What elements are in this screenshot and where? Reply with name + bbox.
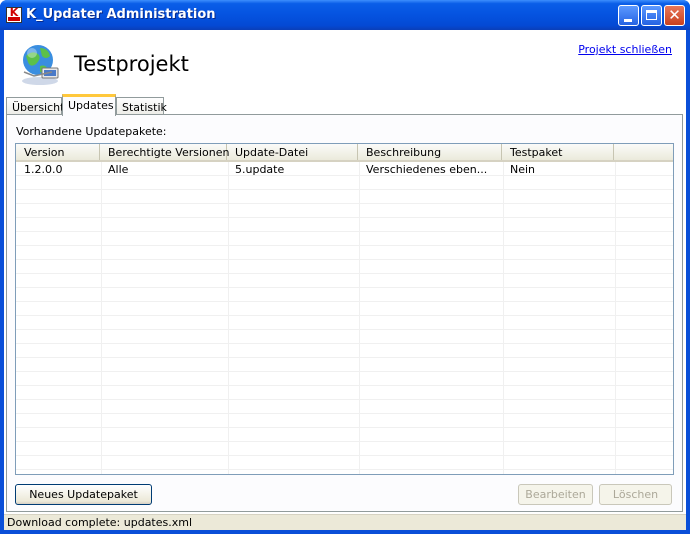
minimize-icon (624, 19, 632, 22)
packages-label: Vorhandene Updatepakete: (16, 125, 167, 138)
empty-row (16, 330, 673, 344)
list-header: Version Berechtigte Versionen Update-Dat… (16, 144, 673, 162)
table-row[interactable]: 1.2.0.0 Alle 5.update Verschiedenes eben… (16, 162, 673, 176)
empty-row (16, 456, 673, 470)
app-logo-bar (8, 17, 20, 21)
empty-row (16, 372, 673, 386)
column-header-version[interactable]: Version (16, 144, 100, 160)
maximize-icon (646, 10, 657, 20)
empty-row (16, 176, 673, 190)
cell-update-file: 5.update (235, 163, 285, 176)
app-logo-icon: K (6, 7, 22, 23)
packages-list[interactable]: Version Berechtigte Versionen Update-Dat… (15, 143, 674, 475)
empty-row (16, 428, 673, 442)
empty-row (16, 190, 673, 204)
globe-network-icon (22, 45, 59, 85)
window-title: K_Updater Administration (26, 7, 216, 22)
empty-row (16, 260, 673, 274)
maximize-button[interactable] (641, 5, 662, 26)
status-bar: Download complete: updates.xml (4, 514, 686, 530)
title-bar[interactable]: K K_Updater Administration ✕ (0, 0, 690, 30)
empty-row (16, 386, 673, 400)
new-package-button[interactable]: Neues Updatepaket (15, 484, 152, 505)
empty-row (16, 470, 673, 474)
updates-panel: Vorhandene Updatepakete: Version Berecht… (6, 114, 683, 512)
delete-button[interactable]: Löschen (599, 484, 672, 505)
close-button[interactable]: ✕ (664, 5, 685, 26)
cell-eligible-versions: Alle (108, 163, 129, 176)
empty-row (16, 274, 673, 288)
close-icon: ✕ (668, 6, 681, 24)
column-header-test-package[interactable]: Testpaket (502, 144, 614, 160)
column-header-eligible-versions[interactable]: Berechtigte Versionen (100, 144, 230, 160)
close-project-link[interactable]: Projekt schließen (578, 43, 672, 56)
empty-row (16, 316, 673, 330)
cell-test-package: Nein (510, 163, 536, 176)
client-area: Testprojekt Projekt schließen Übersicht … (4, 30, 686, 530)
empty-row (16, 414, 673, 428)
cell-version: 1.2.0.0 (24, 163, 63, 176)
minimize-button[interactable] (618, 5, 639, 26)
app-window: K K_Updater Administration ✕ Testprojekt… (0, 0, 690, 534)
empty-row (16, 302, 673, 316)
empty-row (16, 400, 673, 414)
empty-row (16, 344, 673, 358)
cell-description: Verschiedenes eben... (366, 163, 488, 176)
column-header-update-file[interactable]: Update-Datei (227, 144, 358, 160)
tab-updates[interactable]: Updates (62, 94, 116, 116)
column-header-description[interactable]: Beschreibung (358, 144, 502, 160)
project-title: Testprojekt (74, 52, 189, 76)
empty-row (16, 288, 673, 302)
status-text: Download complete: updates.xml (7, 516, 193, 529)
edit-button[interactable]: Bearbeiten (518, 484, 593, 505)
empty-row (16, 358, 673, 372)
empty-row (16, 218, 673, 232)
empty-row (16, 246, 673, 260)
empty-row (16, 442, 673, 456)
column-header-filler (614, 144, 673, 160)
empty-row (16, 204, 673, 218)
empty-row (16, 232, 673, 246)
